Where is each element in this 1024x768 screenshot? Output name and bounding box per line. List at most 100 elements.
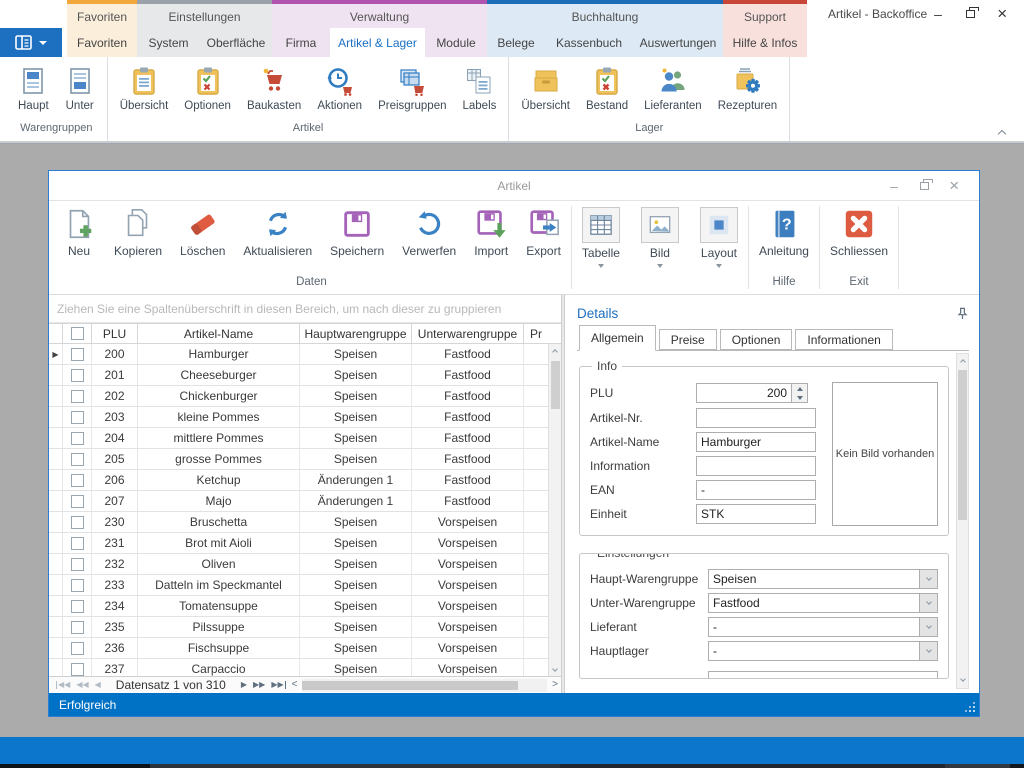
table-row[interactable]: 234 Tomatensuppe Speisen Vorspeisen [49,596,561,617]
row-checkbox[interactable] [71,474,84,487]
neu-button[interactable]: Neu [53,206,105,259]
details-vertical-scrollbar[interactable] [956,353,969,689]
tab-hilfe-infos[interactable]: Hilfe & Infos [723,28,807,57]
ribbon-button-unter[interactable]: Unter [57,63,103,115]
table-row[interactable]: 206 Ketchup Änderungen 1 Fastfood [49,470,561,491]
tab-favoriten[interactable]: Favoriten [67,28,137,57]
spin-down-icon[interactable] [792,393,807,402]
ribbon-button-bestand[interactable]: Bestand [578,63,636,115]
app-menu-button[interactable] [0,28,62,57]
column-header-artikel-name[interactable]: Artikel-Name [138,324,300,343]
ribbon-button-rezepturen[interactable]: Rezepturen [710,63,785,115]
aktualisieren-button[interactable]: Aktualisieren [234,206,321,259]
hauptlager-dropdown[interactable]: - [708,641,938,661]
select-all-checkbox[interactable] [71,327,84,340]
table-row[interactable]: 230 Bruschetta Speisen Vorspeisen [49,512,561,533]
tab-artikel-lager[interactable]: Artikel & Lager [330,28,425,57]
tabelle-button[interactable]: Tabelle [573,206,629,269]
tab-kassenbuch[interactable]: Kassenbuch [545,28,633,57]
loeschen-button[interactable]: Löschen [171,206,234,259]
dialog-close-button[interactable] [939,171,969,201]
window-close-button[interactable] [986,0,1018,28]
tab-informationen[interactable]: Informationen [795,329,892,350]
row-checkbox[interactable] [71,495,84,508]
ribbon-button-uebersicht-artikel[interactable]: Übersicht [112,63,177,115]
row-checkbox[interactable] [71,579,84,592]
grid-vertical-scrollbar[interactable] [548,344,561,676]
haupt-warengruppe-dropdown[interactable]: Speisen [708,569,938,589]
previous-record-button[interactable] [95,681,101,689]
chevron-down-icon[interactable] [919,642,937,660]
layout-button[interactable]: Layout [691,206,747,269]
ribbon-button-optionen[interactable]: Optionen [176,63,239,115]
ribbon-button-aktionen[interactable]: Aktionen [309,63,370,115]
column-header-clipped[interactable]: Pr [524,324,548,343]
ribbon-button-labels[interactable]: Labels [454,63,504,115]
chevron-down-icon[interactable] [919,594,937,612]
table-row[interactable]: 202 Chickenburger Speisen Fastfood [49,386,561,407]
dialog-maximize-button[interactable] [909,171,939,201]
artikel-nr-field[interactable] [696,408,816,428]
resize-grip[interactable] [973,710,976,713]
tab-allgemein[interactable]: Allgemein [579,325,656,351]
information-field[interactable] [696,456,816,476]
tab-preise[interactable]: Preise [659,329,717,350]
table-row[interactable]: ▶ 200 Hamburger Speisen Fastfood [49,344,561,365]
ribbon-button-preisgruppen[interactable]: Preisgruppen [370,63,454,115]
table-row[interactable]: 231 Brot mit Aioli Speisen Vorspeisen [49,533,561,554]
speichern-button[interactable]: Speichern [321,206,393,259]
column-header-hauptwarengruppe[interactable]: Hauptwarengruppe [300,324,412,343]
table-row[interactable]: 236 Fischsuppe Speisen Vorspeisen [49,638,561,659]
tab-auswertungen[interactable]: Auswertungen [633,28,723,57]
chevron-down-icon[interactable] [919,618,937,636]
grid-horizontal-scrollbar[interactable] [302,679,547,692]
window-minimize-button[interactable] [922,0,954,28]
table-row[interactable]: 207 Majo Änderungen 1 Fastfood [49,491,561,512]
scroll-down-icon[interactable] [549,663,561,676]
scroll-up-icon[interactable] [957,354,968,367]
ribbon-button-lieferanten[interactable]: Lieferanten [636,63,710,115]
previous-page-button[interactable] [76,681,88,689]
table-row[interactable]: 232 Oliven Speisen Vorspeisen [49,554,561,575]
row-checkbox[interactable] [71,642,84,655]
table-row[interactable]: 235 Pilssuppe Speisen Vorspeisen [49,617,561,638]
table-row[interactable]: 201 Cheeseburger Speisen Fastfood [49,365,561,386]
scrollbar-thumb[interactable] [302,681,517,690]
row-checkbox[interactable] [71,348,84,361]
dialog-titlebar[interactable]: Artikel [49,171,979,201]
table-row[interactable]: 203 kleine Pommes Speisen Fastfood [49,407,561,428]
plu-spinner[interactable] [792,383,808,403]
header-checkbox-cell[interactable] [63,324,92,343]
row-checkbox[interactable] [71,516,84,529]
row-checkbox[interactable] [71,390,84,403]
table-row[interactable]: 237 Carpaccio Speisen Vorspeisen [49,659,561,676]
pin-icon[interactable] [956,307,969,320]
ribbon-button-haupt[interactable]: Haupt [10,63,57,115]
ean-field[interactable] [696,480,816,500]
row-checkbox[interactable] [71,621,84,634]
scrollbar-thumb[interactable] [551,361,560,409]
import-button[interactable]: Import [465,206,517,259]
row-checkbox[interactable] [71,558,84,571]
group-by-panel[interactable]: Ziehen Sie eine Spaltenüberschrift in di… [49,295,561,323]
tab-oberflaeche[interactable]: Oberfläche [200,28,272,57]
export-button[interactable]: Export [517,206,570,259]
artikel-name-field[interactable] [696,432,816,452]
kopieren-button[interactable]: Kopieren [105,206,171,259]
ribbon-button-baukasten[interactable]: Baukasten [239,63,309,115]
unter-warengruppe-dropdown[interactable]: Fastfood [708,593,938,613]
next-page-button[interactable] [253,681,265,689]
chevron-down-icon[interactable] [919,570,937,588]
last-record-button[interactable] [271,681,285,689]
table-row[interactable]: 205 grosse Pommes Speisen Fastfood [49,449,561,470]
window-restore-button[interactable] [954,0,986,28]
tab-system[interactable]: System [137,28,200,57]
first-record-button[interactable] [56,681,70,689]
schliessen-button[interactable]: Schliessen [821,206,897,259]
column-header-unterwarengruppe[interactable]: Unterwarengruppe [412,324,524,343]
tab-optionen[interactable]: Optionen [720,329,793,350]
ribbon-button-uebersicht-lager[interactable]: Übersicht [513,63,578,115]
scroll-right-icon[interactable] [552,680,558,690]
tab-belege[interactable]: Belege [487,28,545,57]
scroll-left-icon[interactable] [292,680,298,690]
